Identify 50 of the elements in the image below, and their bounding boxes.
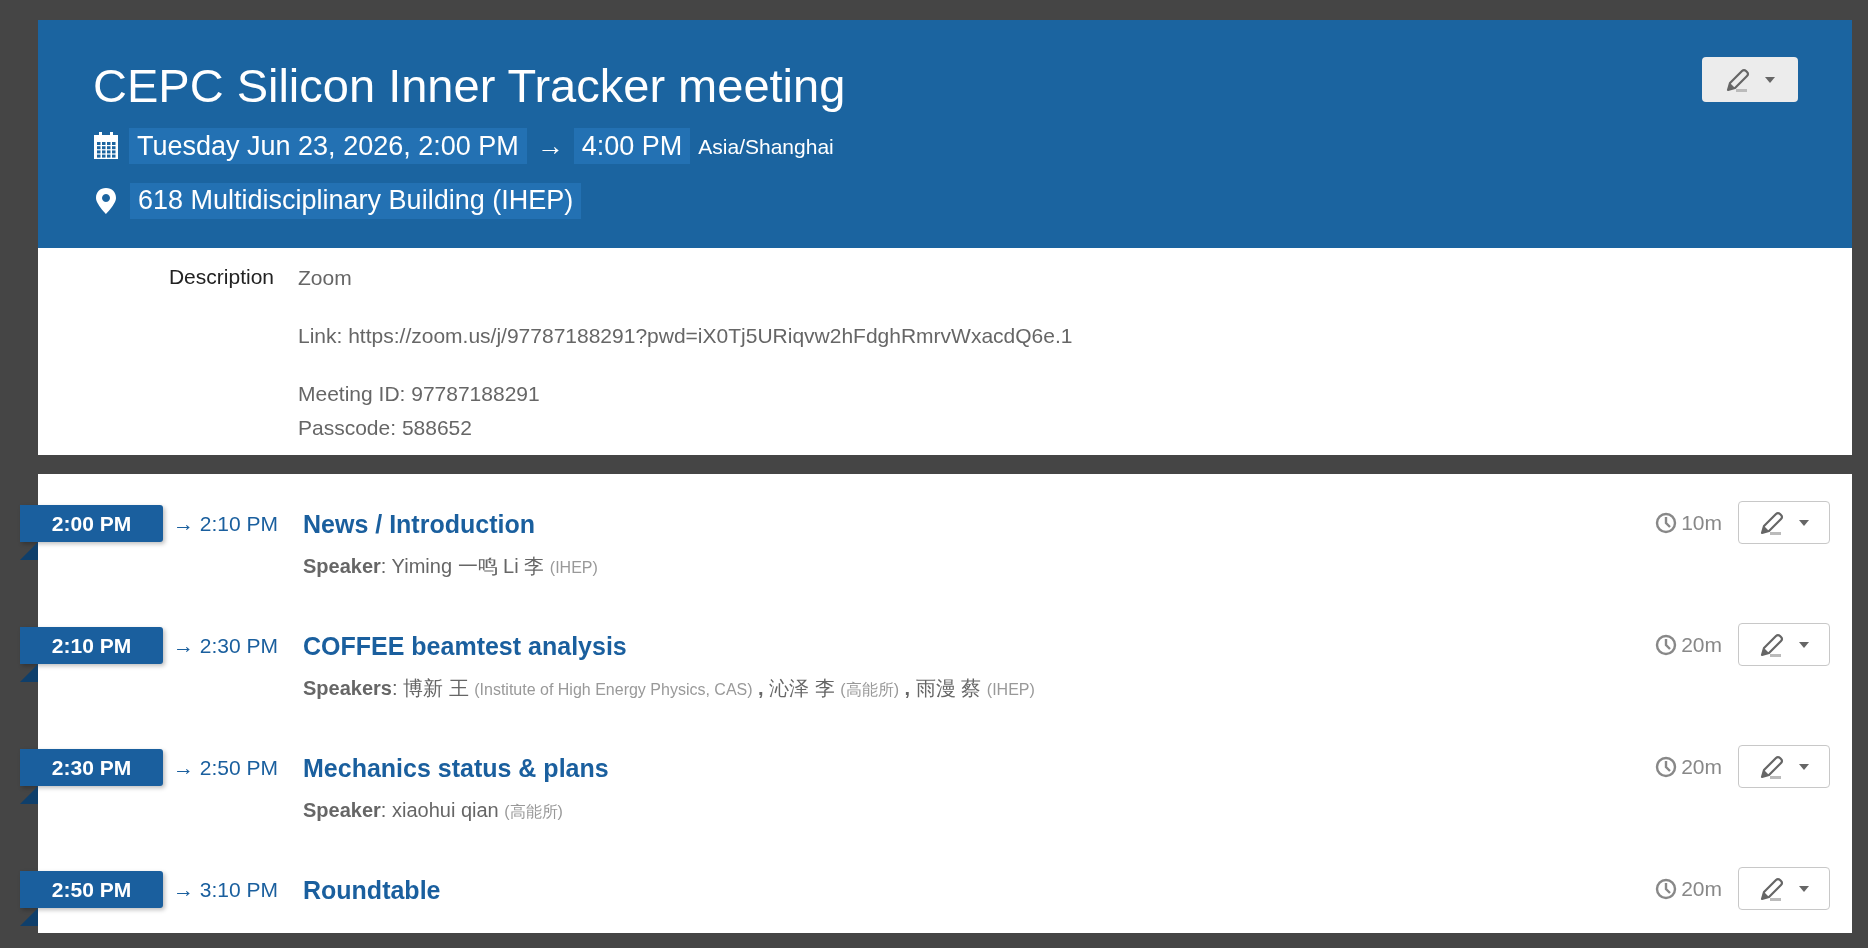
- caret-icon: [1799, 763, 1809, 770]
- clock-icon: [1655, 877, 1678, 900]
- caret-icon: [1799, 885, 1809, 892]
- calendar-icon: [93, 132, 119, 161]
- edit-menu-button[interactable]: [1738, 867, 1830, 910]
- location: 618 Multidisciplinary Building (IHEP): [130, 182, 582, 219]
- start-datetime: Tuesday Jun 23, 2026, 2:00 PM: [129, 128, 527, 165]
- contribution-title[interactable]: Mechanics status & plans: [303, 754, 609, 782]
- speaker-line: Speaker: Yiming 一鸣 Li 李 (IHEP): [303, 554, 599, 579]
- ribbon-fold: [20, 908, 38, 926]
- duration: 10m: [1681, 509, 1722, 536]
- speaker-line: Speakers: 博新 王 (Institute of High Energy Physics, CAS) , 沁泽 李 (高能所) , 雨漫 蔡 (IHEP): [303, 676, 1036, 701]
- start-time-badge: 2:00 PM: [20, 505, 163, 542]
- contribution-title[interactable]: COFFEE beamtest analysis: [303, 632, 627, 660]
- description-text: Meeting ID: 97787188291: [298, 381, 541, 407]
- ribbon-fold: [20, 664, 38, 682]
- start-time-badge: 2:10 PM: [20, 627, 163, 664]
- duration: 20m: [1681, 753, 1722, 780]
- contribution-title[interactable]: Roundtable: [303, 876, 441, 904]
- end-time: → 2:30 PM: [173, 633, 280, 659]
- edit-menu-button[interactable]: [1738, 623, 1830, 666]
- start-time-badge: 2:30 PM: [20, 749, 163, 786]
- arrow-text: →: [536, 130, 564, 163]
- caret-icon: [1765, 76, 1775, 83]
- end-time: 4:00 PM: [573, 128, 691, 165]
- duration: 20m: [1681, 875, 1722, 902]
- end-time: → 3:10 PM: [173, 877, 280, 903]
- end-time: → 2:50 PM: [173, 755, 280, 781]
- caret-icon: [1799, 519, 1809, 526]
- ribbon-fold: [20, 786, 38, 804]
- description-text: Passcode: 588652: [298, 415, 473, 441]
- timezone: Asia/Shanghai: [698, 133, 834, 160]
- duration: 20m: [1681, 631, 1722, 658]
- description-label: Description: [167, 264, 274, 290]
- event-title: CEPC Silicon Inner Tracker meeting: [93, 58, 846, 114]
- clock-icon: [1655, 755, 1678, 778]
- map-pin-icon: [96, 187, 116, 214]
- edit-menu-button[interactable]: [1702, 57, 1798, 102]
- caret-icon: [1799, 641, 1809, 648]
- edit-menu-button[interactable]: [1738, 745, 1830, 788]
- end-time: → 2:10 PM: [173, 511, 280, 537]
- start-time-badge: 2:50 PM: [20, 871, 163, 908]
- speaker-line: Speaker: xiaohui qian (高能所): [303, 798, 564, 823]
- description-text: Link: https://zoom.us/j/97787188291?pwd=iX0Tj5URiqvw2hFdghRmrvWxacdQ6e.1: [298, 323, 1073, 349]
- contribution-title[interactable]: News / Introduction: [303, 510, 535, 538]
- description-text: Zoom: [298, 265, 353, 291]
- clock-icon: [1655, 511, 1678, 534]
- edit-menu-button[interactable]: [1738, 501, 1830, 544]
- ribbon-fold: [20, 542, 38, 560]
- clock-icon: [1655, 633, 1678, 656]
